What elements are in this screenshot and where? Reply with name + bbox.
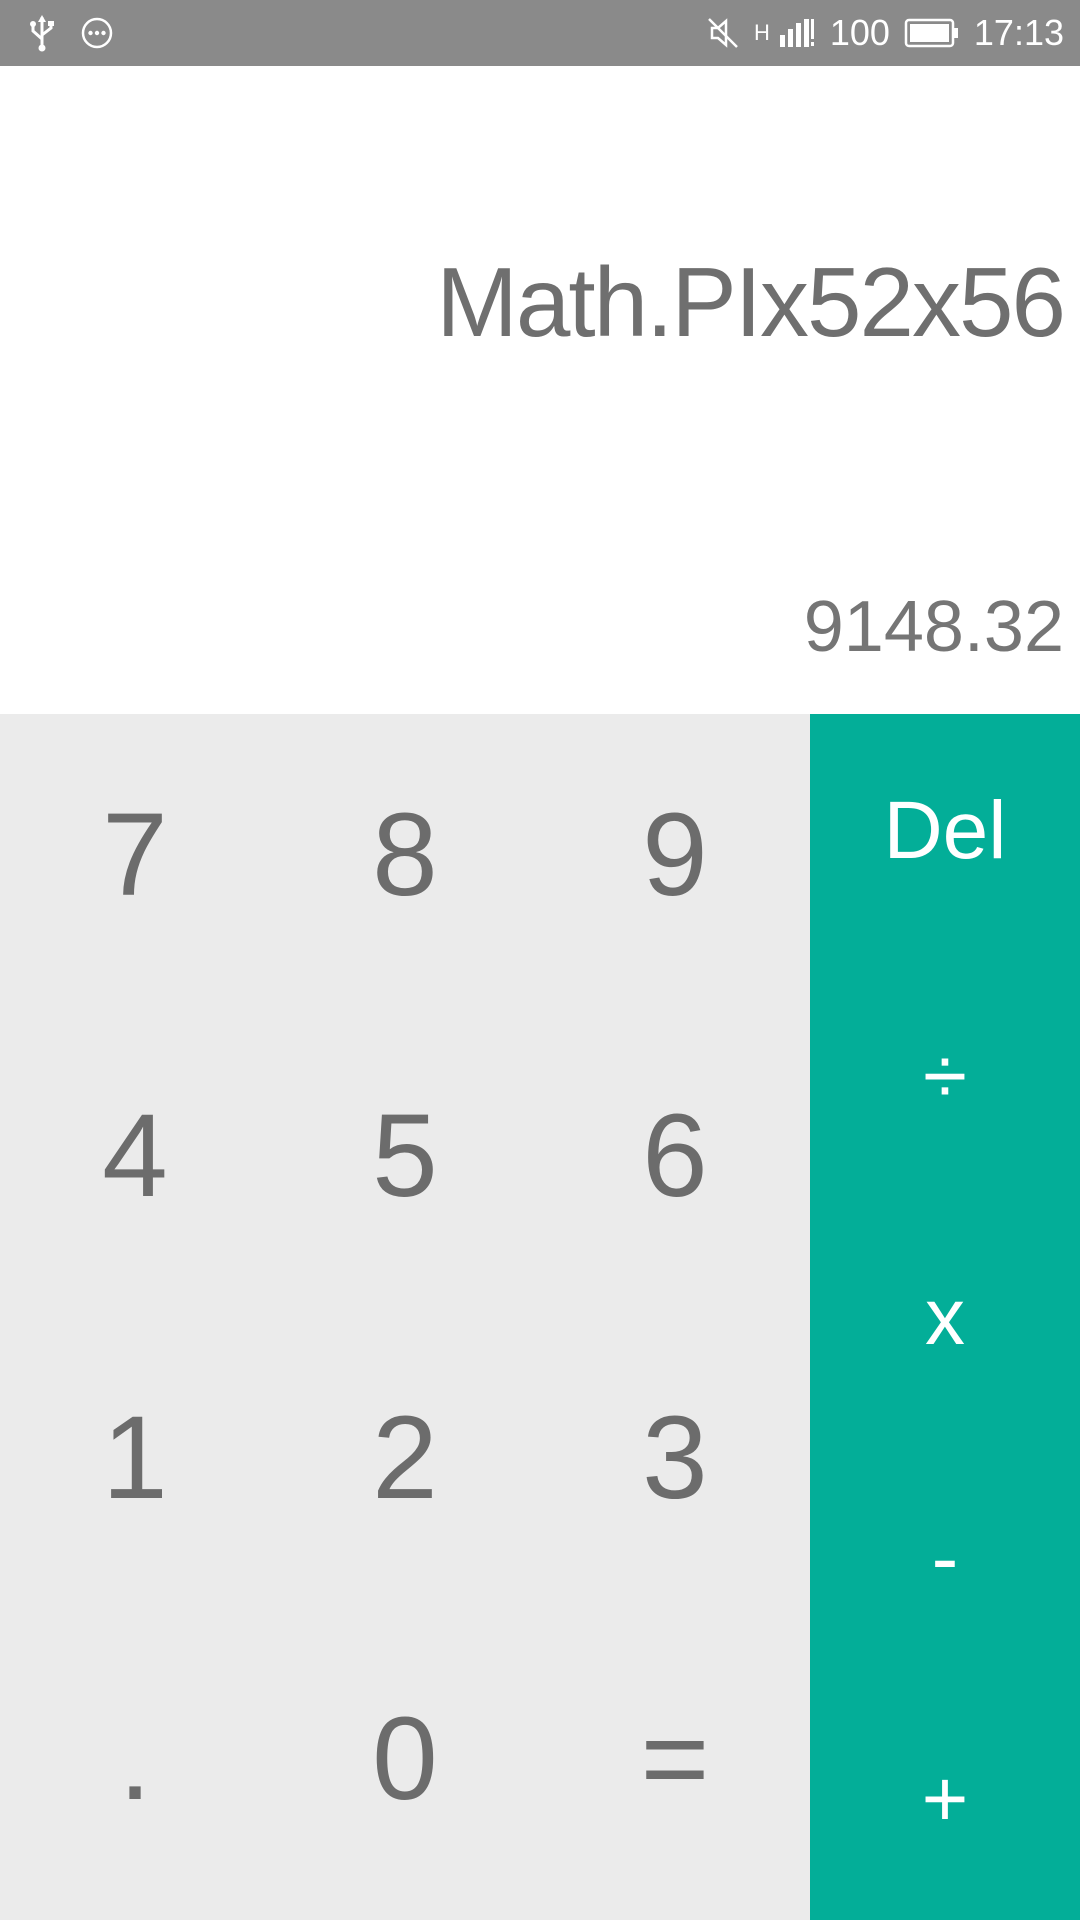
calculator-display: Math.PIx52x56 9148.32 bbox=[0, 66, 1080, 714]
usb-icon bbox=[28, 13, 56, 53]
key-0[interactable]: 0 bbox=[270, 1619, 540, 1920]
key-3-label: 3 bbox=[642, 1391, 708, 1524]
status-right: H 100 17:13 bbox=[706, 15, 1064, 51]
key-8[interactable]: 8 bbox=[270, 714, 540, 1016]
key-6[interactable]: 6 bbox=[540, 1016, 810, 1318]
key-7-label: 7 bbox=[102, 788, 168, 921]
divide-label: ÷ bbox=[923, 1030, 967, 1120]
key-5-label: 5 bbox=[372, 1090, 438, 1223]
divide-button[interactable]: ÷ bbox=[810, 955, 1080, 1196]
key-8-label: 8 bbox=[372, 788, 438, 921]
key-4[interactable]: 4 bbox=[0, 1016, 270, 1318]
digit-keypad: 7 8 9 4 5 6 1 2 3 . 0 = bbox=[0, 714, 810, 1920]
delete-button[interactable]: Del bbox=[810, 714, 1080, 955]
status-left bbox=[28, 13, 114, 53]
key-0-label: 0 bbox=[372, 1693, 438, 1826]
add-label: + bbox=[921, 1754, 969, 1844]
signal-icon bbox=[778, 17, 816, 49]
operator-panel: Del ÷ x - + bbox=[810, 714, 1080, 1920]
expression-text[interactable]: Math.PIx52x56 bbox=[436, 246, 1066, 359]
battery-level: 100 bbox=[829, 12, 890, 53]
mute-icon bbox=[706, 16, 740, 50]
key-9-label: 9 bbox=[642, 788, 708, 921]
subtract-button[interactable]: - bbox=[810, 1438, 1080, 1679]
delete-label: Del bbox=[883, 784, 1007, 876]
more-icon bbox=[80, 16, 114, 50]
key-equals[interactable]: = bbox=[540, 1619, 810, 1920]
key-1[interactable]: 1 bbox=[0, 1317, 270, 1619]
key-7[interactable]: 7 bbox=[0, 714, 270, 1016]
multiply-label: x bbox=[925, 1271, 965, 1361]
network-type: H bbox=[753, 20, 770, 45]
key-decimal[interactable]: . bbox=[0, 1619, 270, 1920]
key-5[interactable]: 5 bbox=[270, 1016, 540, 1318]
clock: 17:13 bbox=[973, 12, 1064, 53]
key-3[interactable]: 3 bbox=[540, 1317, 810, 1619]
multiply-button[interactable]: x bbox=[810, 1196, 1080, 1437]
key-equals-label: = bbox=[640, 1693, 710, 1826]
key-9[interactable]: 9 bbox=[540, 714, 810, 1016]
result-text: 9148.32 bbox=[803, 587, 1064, 667]
key-4-label: 4 bbox=[102, 1090, 168, 1223]
key-2[interactable]: 2 bbox=[270, 1317, 540, 1619]
status-bar: H 100 17:13 bbox=[0, 0, 1080, 66]
add-button[interactable]: + bbox=[810, 1679, 1080, 1920]
key-1-label: 1 bbox=[102, 1391, 168, 1524]
key-6-label: 6 bbox=[642, 1090, 708, 1223]
subtract-label: - bbox=[931, 1513, 959, 1603]
battery-icon bbox=[904, 18, 960, 48]
key-decimal-label: . bbox=[118, 1693, 152, 1826]
key-2-label: 2 bbox=[372, 1391, 438, 1524]
